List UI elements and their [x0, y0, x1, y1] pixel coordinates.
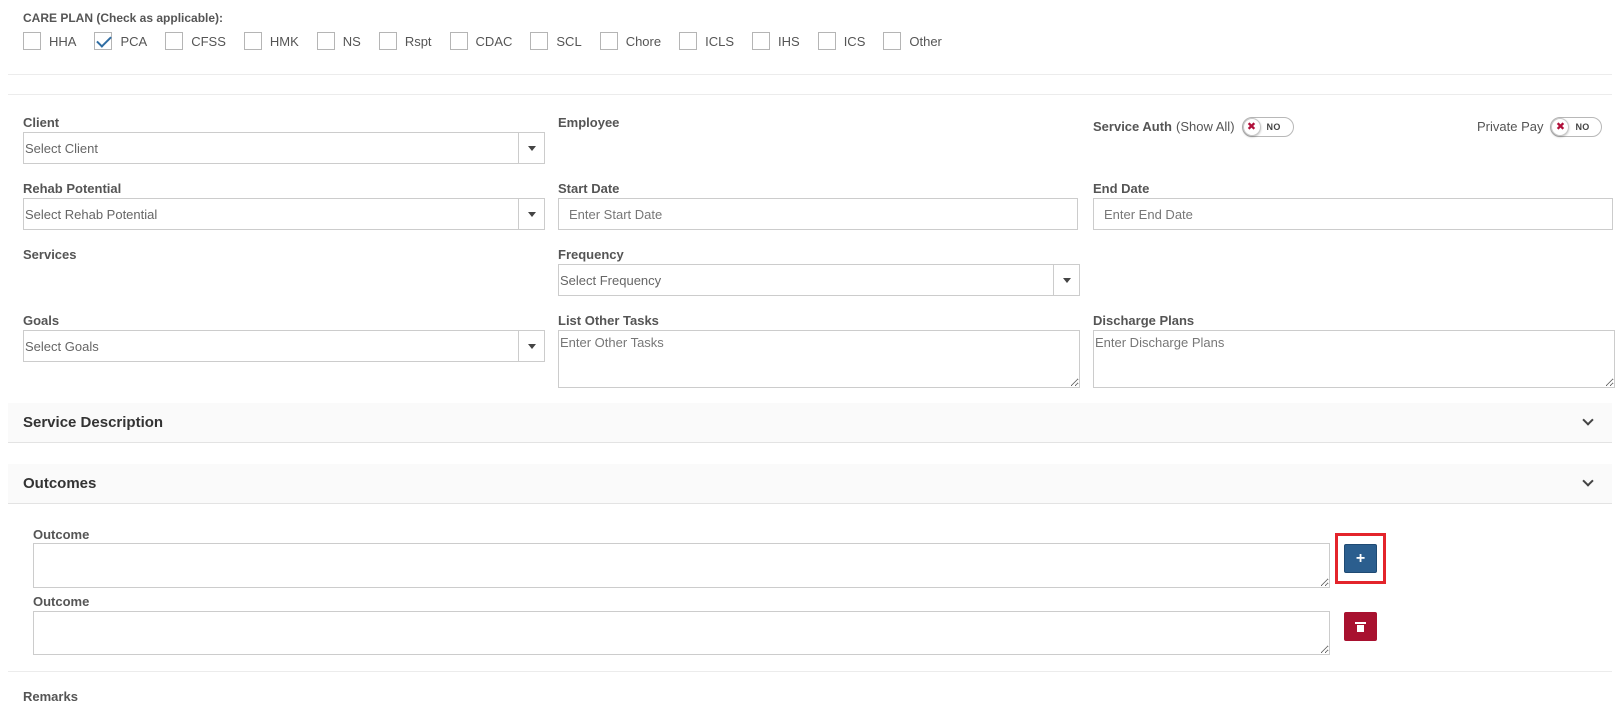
- private-pay-label: Private Pay: [1477, 118, 1544, 134]
- service-auth-toggle[interactable]: ✖ NO: [1241, 117, 1294, 137]
- private-pay-toggle[interactable]: ✖ NO: [1550, 117, 1603, 137]
- care-plan-option-other[interactable]: Other: [883, 32, 942, 50]
- care-plan-option-scl[interactable]: SCL: [530, 32, 582, 50]
- care-plan-option-chore[interactable]: Chore: [599, 32, 662, 50]
- client-label: Client: [23, 115, 60, 130]
- discharge-plans-textarea[interactable]: [1093, 330, 1615, 388]
- checkbox[interactable]: [599, 32, 618, 50]
- care-plan-option-rspt[interactable]: Rspt: [378, 32, 432, 50]
- rehab-potential-select[interactable]: Select Rehab Potential: [23, 198, 545, 230]
- checkbox-label: CFSS: [191, 33, 226, 49]
- chevron-down-icon[interactable]: [1582, 475, 1594, 487]
- section-title: Outcomes: [23, 475, 97, 492]
- trash-icon: [1355, 621, 1366, 632]
- care-plan-option-pca[interactable]: PCA: [94, 32, 147, 50]
- divider: [8, 74, 1612, 75]
- add-outcome-button[interactable]: +: [1344, 544, 1377, 573]
- goals-label: Goals: [23, 313, 60, 328]
- checkbox-label: Chore: [625, 33, 662, 49]
- end-date-input[interactable]: [1093, 198, 1613, 230]
- other-tasks-textarea[interactable]: [558, 330, 1080, 388]
- rehab-potential-label: Rehab Potential: [23, 181, 122, 196]
- divider: [8, 94, 1612, 95]
- care-plan-option-hmk[interactable]: HMK: [243, 32, 299, 50]
- employee-label: Employee: [558, 115, 620, 130]
- checkbox-label: ICS: [843, 33, 866, 49]
- private-pay-group: Private Pay ✖ NO: [1477, 115, 1603, 137]
- frequency-select[interactable]: Select Frequency: [558, 264, 1080, 296]
- outcome-textarea[interactable]: [33, 611, 1330, 655]
- goals-select[interactable]: Select Goals: [23, 330, 545, 362]
- rehab-potential-placeholder: Select Rehab Potential: [25, 206, 158, 222]
- service-auth-group: Service Auth (Show All) ✖ NO: [1093, 115, 1294, 137]
- plus-icon: +: [1355, 549, 1366, 567]
- end-date-label: End Date: [1093, 181, 1150, 196]
- delete-outcome-button[interactable]: [1344, 612, 1377, 641]
- care-plan-option-cfss[interactable]: CFSS: [165, 32, 226, 50]
- chevron-down-icon[interactable]: [1582, 414, 1594, 426]
- client-select[interactable]: Select Client: [23, 132, 545, 164]
- checkbox[interactable]: [449, 32, 468, 50]
- checkbox[interactable]: [316, 32, 335, 50]
- show-all-label: (Show All): [1176, 118, 1235, 134]
- care-plan-option-ics[interactable]: ICS: [817, 32, 866, 50]
- chevron-down-icon[interactable]: [1053, 265, 1079, 295]
- checkbox-label: HHA: [49, 33, 77, 49]
- close-icon: ✖: [1551, 118, 1570, 136]
- services-label: Services: [23, 247, 77, 262]
- start-date-input[interactable]: [558, 198, 1078, 230]
- outcome-label: Outcome: [33, 527, 90, 542]
- service-auth-label: Service Auth: [1093, 118, 1172, 134]
- frequency-placeholder: Select Frequency: [560, 272, 662, 288]
- care-plan-option-hha[interactable]: HHA: [23, 32, 76, 50]
- start-date-label: Start Date: [558, 181, 620, 196]
- care-plan-options: HHA PCA CFSS HMK NS Rspt CDAC SCL Chore …: [23, 31, 960, 51]
- checkbox-label: IHS: [778, 33, 800, 49]
- checkbox-label: NS: [342, 33, 361, 49]
- checkbox[interactable]: [23, 32, 41, 50]
- toggle-state: NO: [1266, 122, 1281, 132]
- service-description-section-header[interactable]: Service Description: [8, 403, 1612, 443]
- other-tasks-label: List Other Tasks: [558, 313, 659, 328]
- checkbox-checked[interactable]: [94, 32, 113, 50]
- goals-placeholder: Select Goals: [25, 338, 99, 354]
- checkbox-label: PCA: [120, 33, 148, 49]
- care-plan-title: CARE PLAN (Check as applicable):: [23, 11, 224, 25]
- section-title: Service Description: [23, 414, 164, 431]
- checkbox[interactable]: [883, 32, 902, 50]
- outcome-textarea[interactable]: [33, 543, 1330, 588]
- checkbox-label: HMK: [269, 33, 299, 49]
- care-plan-option-ihs[interactable]: IHS: [752, 32, 800, 50]
- checkbox[interactable]: [817, 32, 836, 50]
- checkbox-label: Other: [909, 33, 942, 49]
- chevron-down-icon[interactable]: [518, 199, 544, 229]
- checkbox[interactable]: [679, 32, 698, 50]
- client-select-placeholder: Select Client: [25, 140, 98, 156]
- outcomes-section-header[interactable]: Outcomes: [8, 464, 1612, 504]
- divider: [8, 671, 1612, 672]
- care-plan-option-icls[interactable]: ICLS: [679, 32, 734, 50]
- outcome-label: Outcome: [33, 594, 90, 609]
- frequency-label: Frequency: [558, 247, 624, 262]
- checkbox[interactable]: [530, 32, 549, 50]
- checkbox-label: ICLS: [705, 33, 735, 49]
- remarks-label: Remarks: [23, 689, 78, 704]
- toggle-state: NO: [1575, 122, 1590, 132]
- checkbox[interactable]: [752, 32, 771, 50]
- checkbox[interactable]: [243, 32, 262, 50]
- chevron-down-icon[interactable]: [518, 331, 544, 361]
- care-plan-option-ns[interactable]: NS: [316, 32, 361, 50]
- chevron-down-icon[interactable]: [518, 133, 544, 163]
- checkbox[interactable]: [378, 32, 397, 50]
- checkbox-label: CDAC: [475, 33, 513, 49]
- checkbox[interactable]: [165, 32, 184, 50]
- care-plan-option-cdac[interactable]: CDAC: [449, 32, 513, 50]
- close-icon: ✖: [1242, 118, 1261, 136]
- checkbox-label: SCL: [556, 33, 582, 49]
- discharge-plans-label: Discharge Plans: [1093, 313, 1195, 328]
- checkbox-label: Rspt: [404, 33, 432, 49]
